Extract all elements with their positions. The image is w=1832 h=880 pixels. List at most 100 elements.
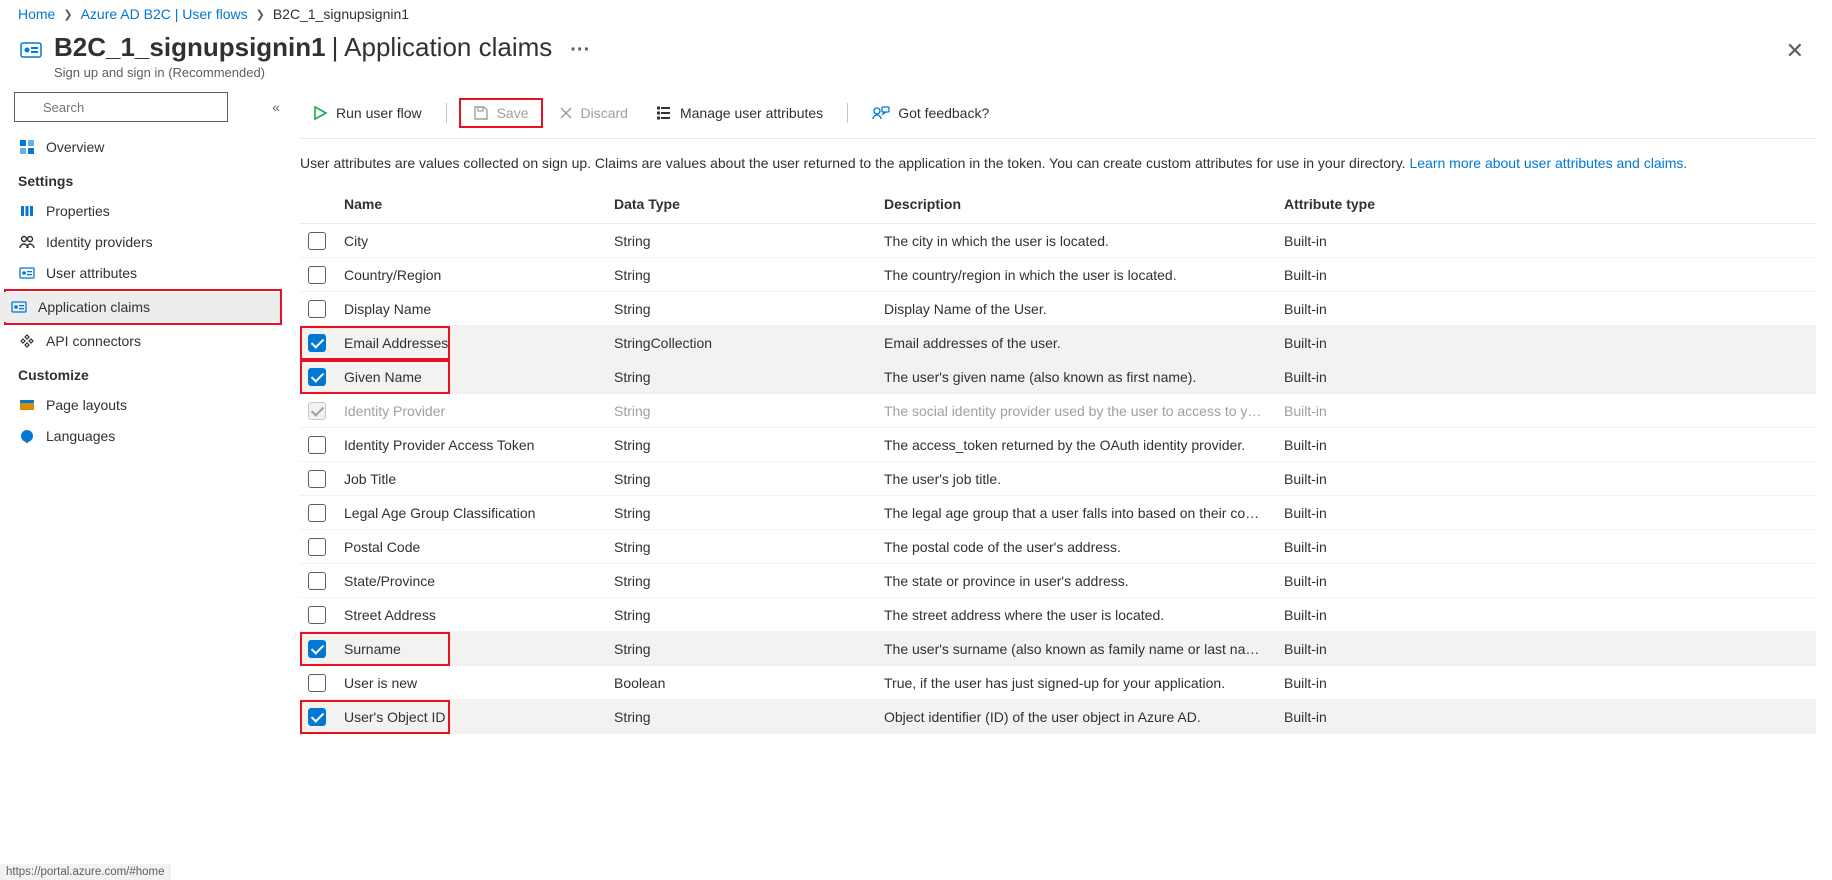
chevron-right-icon: ❯ <box>256 8 265 21</box>
cell-datatype: String <box>614 607 884 623</box>
overview-icon <box>18 139 36 155</box>
cell-name: Identity Provider <box>344 403 445 419</box>
main-content: Run user flow Save Discard Manage user a… <box>280 90 1832 734</box>
cell-datatype: String <box>614 267 884 283</box>
cell-attribute-type: Built-in <box>1284 505 1812 521</box>
learn-more-link[interactable]: Learn more about user attributes and cla… <box>1409 155 1687 171</box>
close-icon[interactable]: ✕ <box>1776 34 1814 68</box>
page-subtitle: Sign up and sign in (Recommended) <box>54 65 1776 80</box>
row-checkbox[interactable] <box>308 640 326 658</box>
search-input[interactable] <box>14 92 228 122</box>
sidebar-item-overview[interactable]: Overview <box>8 132 280 162</box>
table-row: Country/RegionStringThe country/region i… <box>300 258 1816 292</box>
row-checkbox[interactable] <box>308 300 326 318</box>
row-checkbox[interactable] <box>308 334 326 352</box>
table-row: Identity ProviderStringThe social identi… <box>300 394 1816 428</box>
table-row: Given NameStringThe user's given name (a… <box>300 360 1816 394</box>
breadcrumb-link-userflows[interactable]: Azure AD B2C | User flows <box>81 6 248 22</box>
page-layouts-icon <box>18 397 36 413</box>
row-checkbox[interactable] <box>308 368 326 386</box>
sidebar-item-label: Identity providers <box>46 234 153 250</box>
collapse-sidebar-icon[interactable]: « <box>272 99 280 115</box>
cell-name: Job Title <box>344 471 396 487</box>
sidebar-item-languages[interactable]: Languages <box>8 421 280 451</box>
save-icon <box>473 105 489 121</box>
column-header-datatype[interactable]: Data Type <box>614 196 884 212</box>
chevron-right-icon: ❯ <box>63 8 72 21</box>
sidebar-item-page-layouts[interactable]: Page layouts <box>8 390 280 420</box>
table-row: Display NameStringDisplay Name of the Us… <box>300 292 1816 326</box>
sidebar-item-identity-providers[interactable]: Identity providers <box>8 227 280 257</box>
column-header-attributetype[interactable]: Attribute type <box>1284 196 1812 212</box>
cell-name: Street Address <box>344 607 436 623</box>
api-connectors-icon <box>18 333 36 349</box>
cell-description: The country/region in which the user is … <box>884 267 1284 283</box>
cell-attribute-type: Built-in <box>1284 641 1812 657</box>
cell-attribute-type: Built-in <box>1284 403 1812 419</box>
feedback-button[interactable]: Got feedback? <box>860 100 1001 126</box>
cell-description: The user's surname (also known as family… <box>884 641 1284 657</box>
manage-icon <box>656 105 672 121</box>
cell-description: Display Name of the User. <box>884 301 1284 317</box>
cell-datatype: String <box>614 539 884 555</box>
cell-name: Given Name <box>344 369 422 385</box>
sidebar-item-label: Languages <box>46 428 115 444</box>
row-checkbox[interactable] <box>308 572 326 590</box>
more-actions-icon[interactable]: ··· <box>570 39 590 62</box>
sidebar-item-properties[interactable]: Properties <box>8 196 280 226</box>
table-row: Street Address StringThe street address w… <box>300 598 1816 632</box>
row-checkbox[interactable] <box>308 538 326 556</box>
cell-attribute-type: Built-in <box>1284 369 1812 385</box>
row-checkbox[interactable] <box>308 470 326 488</box>
sidebar-group-label: Customize <box>14 357 280 389</box>
identity-providers-icon <box>18 234 36 250</box>
toolbar-divider <box>446 103 447 123</box>
sidebar-item-user-attributes[interactable]: User attributes <box>8 258 280 288</box>
row-checkbox[interactable] <box>308 436 326 454</box>
breadcrumb-link-home[interactable]: Home <box>18 6 55 22</box>
cell-name: Surname <box>344 641 401 657</box>
column-header-description[interactable]: Description <box>884 196 1284 212</box>
cell-datatype: String <box>614 505 884 521</box>
cell-attribute-type: Built-in <box>1284 335 1812 351</box>
cell-name: State/Province <box>344 573 435 589</box>
toolbar-divider <box>847 103 848 123</box>
cell-description: Object identifier (ID) of the user objec… <box>884 709 1284 725</box>
user-attributes-icon <box>18 265 36 281</box>
cell-name: Display Name <box>344 301 431 317</box>
column-header-name[interactable]: Name <box>344 196 614 212</box>
run-user-flow-button[interactable]: Run user flow <box>300 100 434 126</box>
page-title: B2C_1_signupsignin1 | Application claims… <box>54 32 1776 63</box>
row-checkbox[interactable] <box>308 232 326 250</box>
row-checkbox[interactable] <box>308 606 326 624</box>
info-text: User attributes are values collected on … <box>300 139 1800 184</box>
cell-description: Email addresses of the user. <box>884 335 1284 351</box>
sidebar-item-application-claims[interactable]: Application claims <box>0 292 280 322</box>
table-row: Email AddressesStringCollectionEmail add… <box>300 326 1816 360</box>
cell-name: Email Addresses <box>344 335 448 351</box>
sidebar-item-label: API connectors <box>46 333 141 349</box>
cell-datatype: String <box>614 471 884 487</box>
row-checkbox[interactable] <box>308 674 326 692</box>
cell-attribute-type: Built-in <box>1284 267 1812 283</box>
cell-datatype: String <box>614 641 884 657</box>
table-row: Legal Age Group ClassificationStringThe … <box>300 496 1816 530</box>
sidebar: « Overview SettingsPropertiesIdentity pr… <box>0 90 280 734</box>
sidebar-item-api-connectors[interactable]: API connectors <box>8 326 280 356</box>
play-icon <box>312 105 328 121</box>
cell-datatype: Boolean <box>614 675 884 691</box>
save-button[interactable]: Save <box>461 100 541 126</box>
row-checkbox[interactable] <box>308 504 326 522</box>
table-row: Surname StringThe user's surname (also kn… <box>300 632 1816 666</box>
sidebar-item-label: Application claims <box>38 299 150 315</box>
row-checkbox[interactable] <box>308 708 326 726</box>
discard-button[interactable]: Discard <box>547 100 640 126</box>
cell-attribute-type: Built-in <box>1284 607 1812 623</box>
cell-datatype: String <box>614 233 884 249</box>
cell-description: The street address where the user is loc… <box>884 607 1284 623</box>
table-row: State/ProvinceStringThe state or provinc… <box>300 564 1816 598</box>
sidebar-item-label: Overview <box>46 139 104 155</box>
row-checkbox <box>308 402 326 420</box>
row-checkbox[interactable] <box>308 266 326 284</box>
manage-user-attributes-button[interactable]: Manage user attributes <box>644 100 835 126</box>
